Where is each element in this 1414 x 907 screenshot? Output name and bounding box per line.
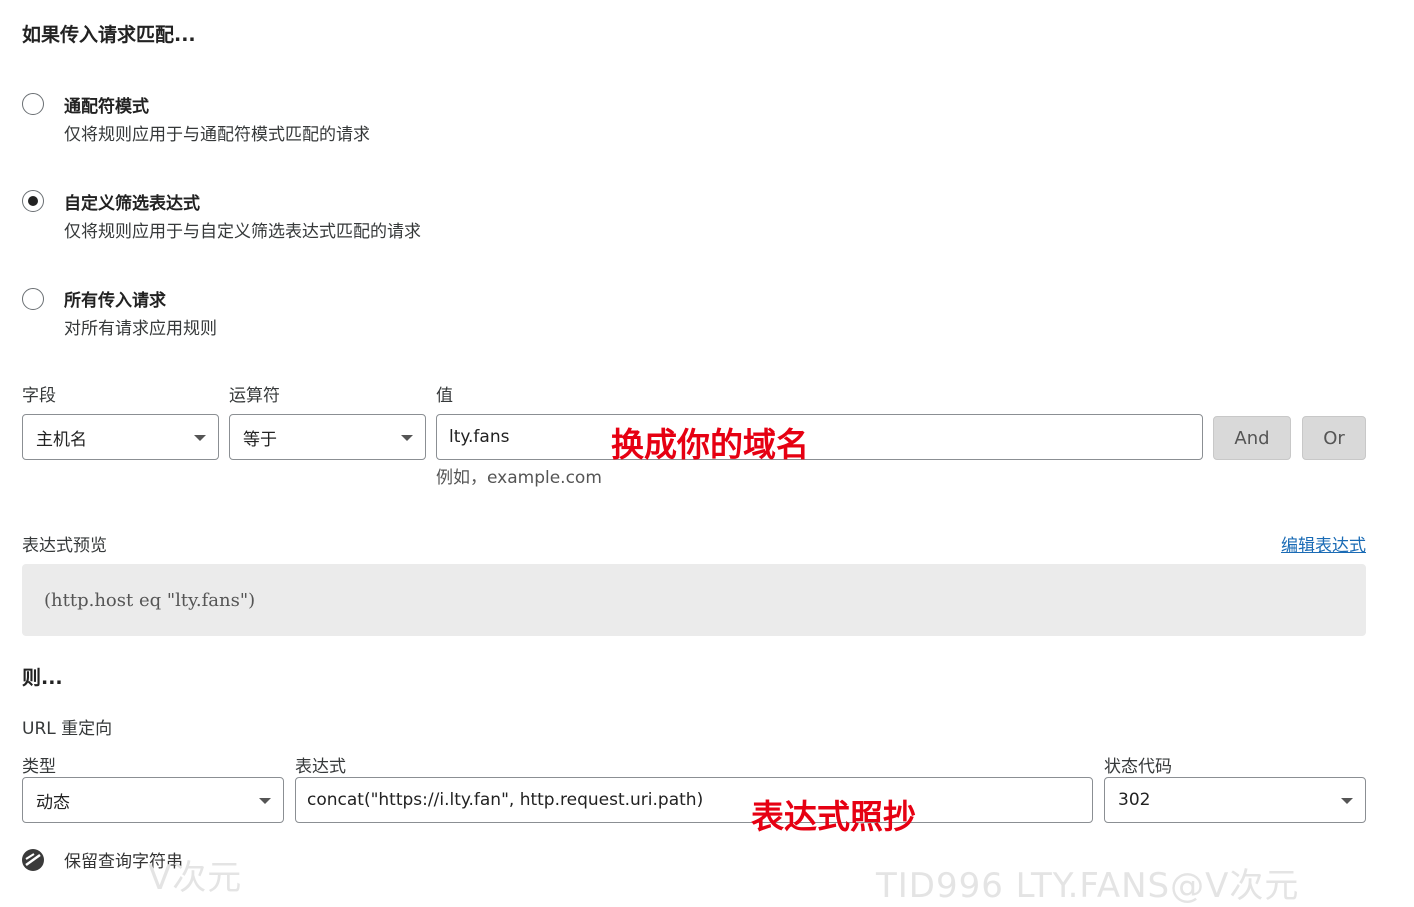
option-wildcard-desc: 仅将规则应用于与通配符模式匹配的请求 <box>64 125 370 145</box>
toggle-icon <box>25 853 41 867</box>
or-button[interactable]: Or <box>1302 416 1366 460</box>
type-select[interactable]: 动态 <box>22 777 284 823</box>
field-select[interactable]: 主机名 <box>22 414 219 460</box>
chevron-down-icon <box>1341 798 1353 804</box>
option-custom-filter-title[interactable]: 自定义筛选表达式 <box>64 189 200 214</box>
operator-label: 运算符 <box>229 386 280 406</box>
option-custom-filter-desc: 仅将规则应用于与自定义筛选表达式匹配的请求 <box>64 222 421 242</box>
value-label: 值 <box>436 386 453 406</box>
action-label: URL 重定向 <box>22 719 113 739</box>
radio-circle <box>22 288 44 310</box>
radio-wildcard[interactable] <box>22 93 44 115</box>
value-input[interactable]: lty.fans <box>436 414 1203 460</box>
field-label: 字段 <box>22 386 56 406</box>
preserve-query-toggle-icon[interactable] <box>22 849 44 871</box>
annotation-domain-note: 换成你的域名 <box>611 425 809 464</box>
chevron-down-icon <box>194 435 206 441</box>
then-section-title: 则... <box>22 667 63 689</box>
chevron-down-icon <box>259 798 271 804</box>
type-label: 类型 <box>22 757 56 777</box>
radio-circle-checked <box>22 190 44 212</box>
expression-label: 表达式 <box>295 757 346 777</box>
annotation-expr-note: 表达式照抄 <box>751 797 916 836</box>
match-section-title: 如果传入请求匹配... <box>22 24 196 46</box>
value-hint: 例如，example.com <box>436 468 602 488</box>
expression-preview-text: (http.host eq "lty.fans") <box>44 590 256 611</box>
and-button[interactable]: And <box>1213 416 1291 460</box>
chevron-down-icon <box>401 435 413 441</box>
status-code-select[interactable]: 302 <box>1104 777 1366 823</box>
option-wildcard-title[interactable]: 通配符模式 <box>64 92 149 117</box>
option-all-requests-title[interactable]: 所有传入请求 <box>64 286 166 311</box>
redirect-expression-text: concat("https://i.lty.fan", http.request… <box>307 790 704 810</box>
radio-all-requests[interactable] <box>22 288 44 310</box>
value-input-text: lty.fans <box>449 427 510 447</box>
watermark-right: TID996 LTY.FANS@V次元 <box>876 866 1300 906</box>
type-select-value: 动态 <box>36 792 70 813</box>
edit-expression-link[interactable]: 编辑表达式 <box>1281 531 1366 556</box>
status-code-value: 302 <box>1118 790 1151 810</box>
watermark-left: V次元 <box>148 858 243 898</box>
operator-select[interactable]: 等于 <box>229 414 426 460</box>
expression-preview-label: 表达式预览 <box>22 536 107 556</box>
operator-select-value: 等于 <box>243 429 277 450</box>
status-code-label: 状态代码 <box>1104 757 1172 777</box>
field-select-value: 主机名 <box>36 429 87 450</box>
expression-preview-box: (http.host eq "lty.fans") <box>22 564 1366 636</box>
radio-custom-filter[interactable] <box>22 190 44 212</box>
option-all-requests-desc: 对所有请求应用规则 <box>64 319 217 339</box>
redirect-expression-input[interactable]: concat("https://i.lty.fan", http.request… <box>295 777 1093 823</box>
radio-circle <box>22 93 44 115</box>
